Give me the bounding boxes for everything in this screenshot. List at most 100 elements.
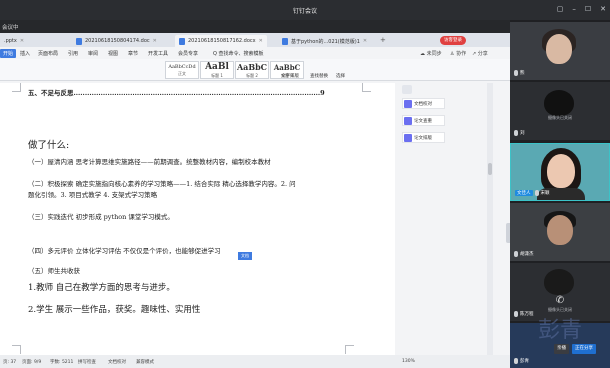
- unsynced-status[interactable]: ☁ 未同步: [420, 50, 442, 57]
- close-icon[interactable]: ✕: [259, 38, 263, 44]
- participant-face: [546, 34, 572, 64]
- find-replace-button[interactable]: 查找替换: [310, 73, 328, 79]
- participant-tile[interactable]: 熊: [510, 22, 610, 80]
- restore-icon[interactable]: ▢: [557, 5, 564, 13]
- section-heading: 做了什么:: [28, 140, 70, 151]
- close-icon[interactable]: ✕: [153, 38, 157, 44]
- plagiarism-icon: [404, 116, 412, 125]
- window-controls: ▢ – ☐ ✕: [557, 5, 606, 13]
- text-layout-button[interactable]: 文字排版: [281, 73, 299, 79]
- status-pages[interactable]: 页面: 9/9: [22, 359, 41, 365]
- toc-entry: 五、不足与反思.................................…: [28, 89, 325, 97]
- vertical-scrollbar[interactable]: [487, 83, 493, 355]
- menu-item[interactable]: 审阅: [88, 50, 98, 57]
- tool-panel: 文档校对 论文查重 论文排版: [395, 83, 510, 355]
- add-tab-icon[interactable]: +: [380, 36, 386, 44]
- minimize-icon[interactable]: –: [572, 5, 576, 13]
- meeting-controls: 亲播 正在分享: [554, 344, 596, 354]
- spell-check-toggle[interactable]: 拼写检查: [78, 359, 96, 365]
- zoom-level[interactable]: 130%: [402, 359, 415, 364]
- participant-tile[interactable]: 胡潇杰: [510, 203, 610, 261]
- meeting-status-strip: 会议中: [0, 20, 510, 33]
- doc-paragraph: 题化引领。3. 项目式教学 4. 支架式学习策略: [28, 191, 158, 199]
- plagiarism-check-button[interactable]: 论文查重: [402, 115, 445, 126]
- doc-paragraph: （二）积极探索 确定实施指向核心素养的学习策略——1. 结合实际 精心选择教学内…: [28, 180, 296, 188]
- doc-paragraph: （一）屋清内涵 思考计算思维实施路径——前期调查。统整教材内容，编制校本教材: [28, 158, 271, 166]
- tab-doc-1[interactable]: 2021061815080417​4.doc ✕: [72, 35, 161, 47]
- compat-mode: 兼容模式: [136, 360, 154, 365]
- close-icon[interactable]: ✕: [20, 38, 24, 44]
- menu-item[interactable]: 开发工具: [148, 50, 168, 57]
- login-button[interactable]: 访客登录: [440, 36, 466, 45]
- doc-proofread-toggle[interactable]: 文档校对: [108, 359, 126, 365]
- status-words[interactable]: 字数: 5211: [50, 359, 73, 365]
- style-normal[interactable]: AaBbCcDd 正文: [165, 61, 199, 79]
- tab-doc-2[interactable]: 2021061815081​7162.docx ✕: [175, 35, 267, 47]
- participant-tile[interactable]: 摄像头已关闭 刘: [510, 82, 610, 140]
- participant-name: 陈万程: [514, 311, 534, 317]
- menu-item[interactable]: 引用: [68, 50, 78, 57]
- mic-icon: [534, 190, 539, 196]
- menu-item[interactable]: 插入: [20, 50, 30, 57]
- participant-name: 彭青: [514, 358, 529, 364]
- doc-paragraph: （三）实践迭代 初步形成 python 课堂学习模式。: [28, 213, 174, 221]
- mic-icon: [514, 251, 518, 257]
- menu-item[interactable]: 视图: [108, 50, 118, 57]
- title-bar: 钉钉会议 ▢ – ☐ ✕: [0, 0, 610, 20]
- menu-item[interactable]: 会员专享: [178, 50, 198, 57]
- select-button[interactable]: 选择: [336, 73, 345, 79]
- page-corner-mark: [362, 83, 371, 92]
- style-label: 标题 2: [246, 73, 258, 78]
- shared-document: .pptx ✕ 2021061815080417​4.doc ✕ 2021061…: [0, 33, 510, 368]
- tab-pptx[interactable]: .pptx ✕: [0, 35, 28, 47]
- tab-label: .pptx: [4, 38, 17, 44]
- thesis-format-button[interactable]: 论文排版: [402, 132, 445, 143]
- search-command[interactable]: Q 查找命令、搜索模板: [213, 50, 264, 57]
- share-button[interactable]: ↗ 分享: [472, 50, 488, 57]
- phone-icon: ✆: [555, 295, 565, 306]
- scrollbar-thumb[interactable]: [488, 163, 492, 175]
- maximize-icon[interactable]: ☐: [585, 5, 591, 13]
- page-corner-mark: [12, 345, 21, 354]
- doc-icon: [76, 37, 82, 45]
- close-icon[interactable]: ✕: [600, 5, 606, 13]
- close-icon[interactable]: ✕: [363, 38, 367, 44]
- style-preview: AaBbC: [236, 62, 268, 72]
- participant-tile-active[interactable]: 文佳人 宋颖: [510, 143, 610, 201]
- panel-tool-icon[interactable]: [402, 85, 412, 94]
- collab-button[interactable]: ♙ 协作: [450, 50, 466, 57]
- menu-bar: 开始 插入 页面布局 引用 审阅 视图 章节 开发工具 会员专享 Q 查找命令、…: [0, 47, 510, 59]
- floating-doc-tag[interactable]: 文档: [238, 252, 252, 260]
- style-heading-1[interactable]: AaBl 标题 1: [200, 61, 234, 79]
- document-page[interactable]: 五、不足与反思.................................…: [0, 83, 395, 355]
- mic-icon: [514, 130, 518, 136]
- menu-start[interactable]: 开始: [0, 49, 17, 58]
- tab-label: 2021061815081​7162.docx: [188, 38, 256, 44]
- participant-name: 熊: [514, 70, 525, 76]
- audio-button[interactable]: 亲播: [554, 344, 569, 354]
- doc-paragraph: 2.学生 展示一些作品，获奖。趣味性、实用性: [28, 305, 201, 315]
- proofread-button[interactable]: 文档校对: [402, 98, 445, 109]
- menu-item[interactable]: 页面布局: [38, 50, 58, 57]
- participant-face: [547, 154, 575, 188]
- participant-name: 文佳人 宋颖: [515, 190, 550, 196]
- meeting-status: 会议中: [2, 25, 19, 31]
- style-preview: AaBbCcDd: [168, 64, 196, 70]
- panel-button-label: 文档校对: [414, 101, 432, 107]
- style-label: 标题 1: [211, 73, 223, 78]
- menu-item[interactable]: 章节: [128, 50, 138, 57]
- window-title: 钉钉会议: [292, 8, 317, 15]
- style-label: 正文: [178, 71, 186, 76]
- doc-icon: [282, 37, 288, 45]
- tab-doc-3[interactable]: 基于python的...021(模范版)1 ✕: [278, 35, 371, 47]
- participant-face: [544, 269, 574, 295]
- sharing-status-button[interactable]: 正在分享: [572, 344, 596, 354]
- panel-button-label: 论文查重: [414, 118, 432, 124]
- speaker-badge: 文佳人: [515, 190, 533, 196]
- tab-bar: .pptx ✕ 2021061815080417​4.doc ✕ 2021061…: [0, 33, 510, 47]
- style-heading-2[interactable]: AaBbC 标题 2: [235, 61, 269, 79]
- participant-face: [547, 215, 573, 245]
- mic-icon: [514, 358, 518, 364]
- camera-off-label: 摄像头已关闭: [548, 115, 572, 120]
- participant-name: 胡潇杰: [514, 251, 534, 257]
